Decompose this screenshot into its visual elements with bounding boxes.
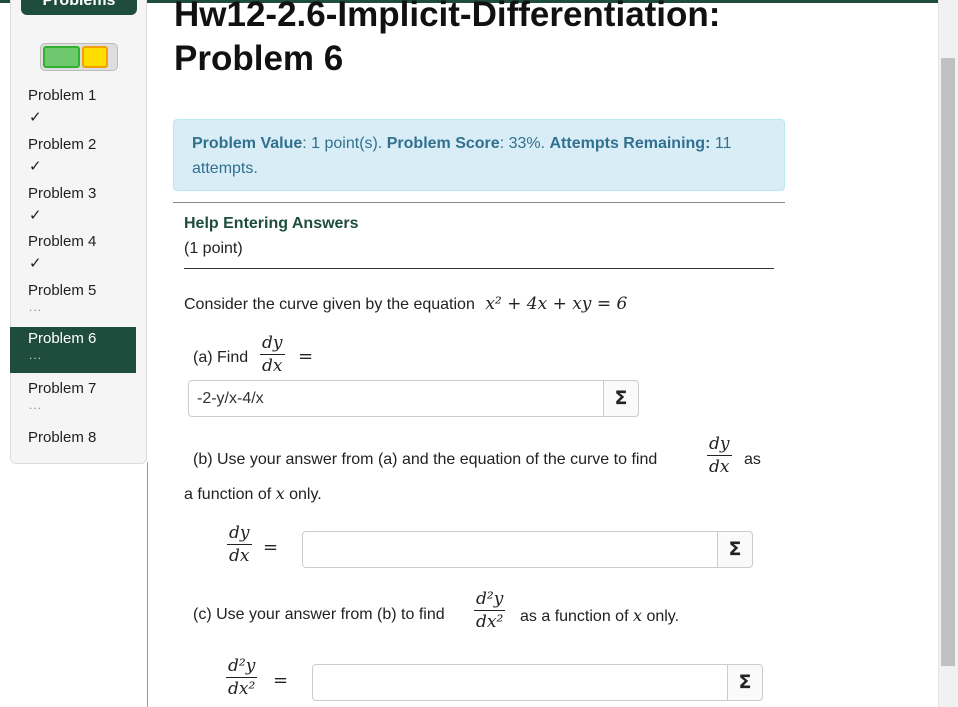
check-icon: ✓: [29, 255, 42, 272]
problem-label: Problem 8: [28, 429, 97, 446]
equals-sign: =: [263, 537, 279, 558]
equals-sign: =: [273, 670, 289, 691]
progress-bar: [40, 43, 118, 71]
part-c-suffix: as a function of x only.: [520, 606, 680, 625]
title-line-2: Problem 6: [174, 39, 344, 78]
part-c-text: (c) Use your answer from (b) to find: [193, 606, 445, 623]
problem-intro: Consider the curve given by the equation…: [184, 294, 628, 314]
part-a-label: (a) Find: [193, 349, 249, 366]
dy-dx-fraction: dy dx: [707, 434, 732, 477]
sidebar-item-problem-1[interactable]: Problem 1 ✓: [10, 84, 136, 130]
progress-segment-correct: [43, 46, 80, 68]
problem-label: Problem 6: [28, 330, 97, 347]
sigma-equation-editor-button[interactable]: Σ: [603, 380, 639, 417]
sidebar-item-problem-6[interactable]: Problem 6 ...: [10, 327, 136, 373]
divider: [147, 462, 148, 707]
help-entering-answers-link[interactable]: Help Entering Answers: [184, 215, 359, 233]
problem-label: Problem 2: [28, 136, 97, 153]
value-label: Problem Value: [192, 135, 303, 152]
problem-label: Problem 7: [28, 380, 97, 397]
attempts-label: Attempts Remaining:: [549, 135, 711, 152]
answer-input-a[interactable]: -2-y/x-4/x: [188, 380, 604, 417]
check-icon: ✓: [29, 158, 42, 175]
problem-info-box: Problem Value: 1 point(s). Problem Score…: [173, 119, 785, 191]
d2y-dx2-fraction: d²y dx²: [474, 589, 506, 632]
problem-label: Problem 5: [28, 282, 97, 299]
problem-label: Problem 1: [28, 87, 97, 104]
sidebar-item-problem-4[interactable]: Problem 4 ✓: [10, 230, 136, 276]
points-label: (1 point): [184, 240, 243, 257]
divider: [184, 268, 774, 269]
answer-input-c[interactable]: [312, 664, 728, 701]
vertical-scrollbar[interactable]: [938, 0, 958, 707]
part-b-text: (b) Use your answer from (a) and the equ…: [193, 451, 658, 468]
curve-equation: x² + 4x + xy = 6: [485, 294, 628, 314]
sidebar-item-problem-8[interactable]: Problem 8: [10, 426, 136, 472]
dy-dx-fraction: dy dx: [227, 523, 252, 566]
sidebar-item-problem-5[interactable]: Problem 5 ...: [10, 279, 136, 325]
check-icon: ✓: [29, 207, 42, 224]
answer-input-b[interactable]: [302, 531, 718, 568]
sigma-equation-editor-button[interactable]: Σ: [727, 664, 763, 701]
divider: [173, 202, 785, 203]
page-title: Hw12-2.6-Implicit-Differentiation: Probl…: [174, 0, 720, 81]
dy-dx-fraction: dy dx: [260, 333, 285, 376]
sigma-equation-editor-button[interactable]: Σ: [717, 531, 753, 568]
score-text: : 33%.: [499, 135, 546, 152]
part-b-line2: a function of x only.: [184, 484, 322, 503]
sidebar-item-problem-7[interactable]: Problem 7 ...: [10, 377, 136, 423]
ellipsis-icon: ...: [29, 348, 43, 362]
sidebar-header: Problems: [21, 0, 137, 15]
equals-sign: =: [298, 346, 314, 367]
ellipsis-icon: ...: [29, 398, 43, 412]
scrollbar-thumb[interactable]: [941, 58, 955, 666]
progress-segment-partial: [82, 46, 108, 68]
title-line-1: Hw12-2.6-Implicit-Differentiation:: [174, 0, 721, 34]
ellipsis-icon: ...: [29, 300, 43, 314]
problem-label: Problem 3: [28, 185, 97, 202]
d2y-dx2-fraction: d²y dx²: [226, 656, 258, 699]
problem-label: Problem 4: [28, 233, 97, 250]
part-b-suffix: as: [744, 451, 761, 468]
check-icon: ✓: [29, 109, 42, 126]
sidebar-item-problem-2[interactable]: Problem 2 ✓: [10, 133, 136, 179]
sidebar-item-problem-3[interactable]: Problem 3 ✓: [10, 182, 136, 228]
score-label: Problem Score: [386, 135, 500, 152]
value-text: : 1 point(s).: [302, 135, 383, 152]
